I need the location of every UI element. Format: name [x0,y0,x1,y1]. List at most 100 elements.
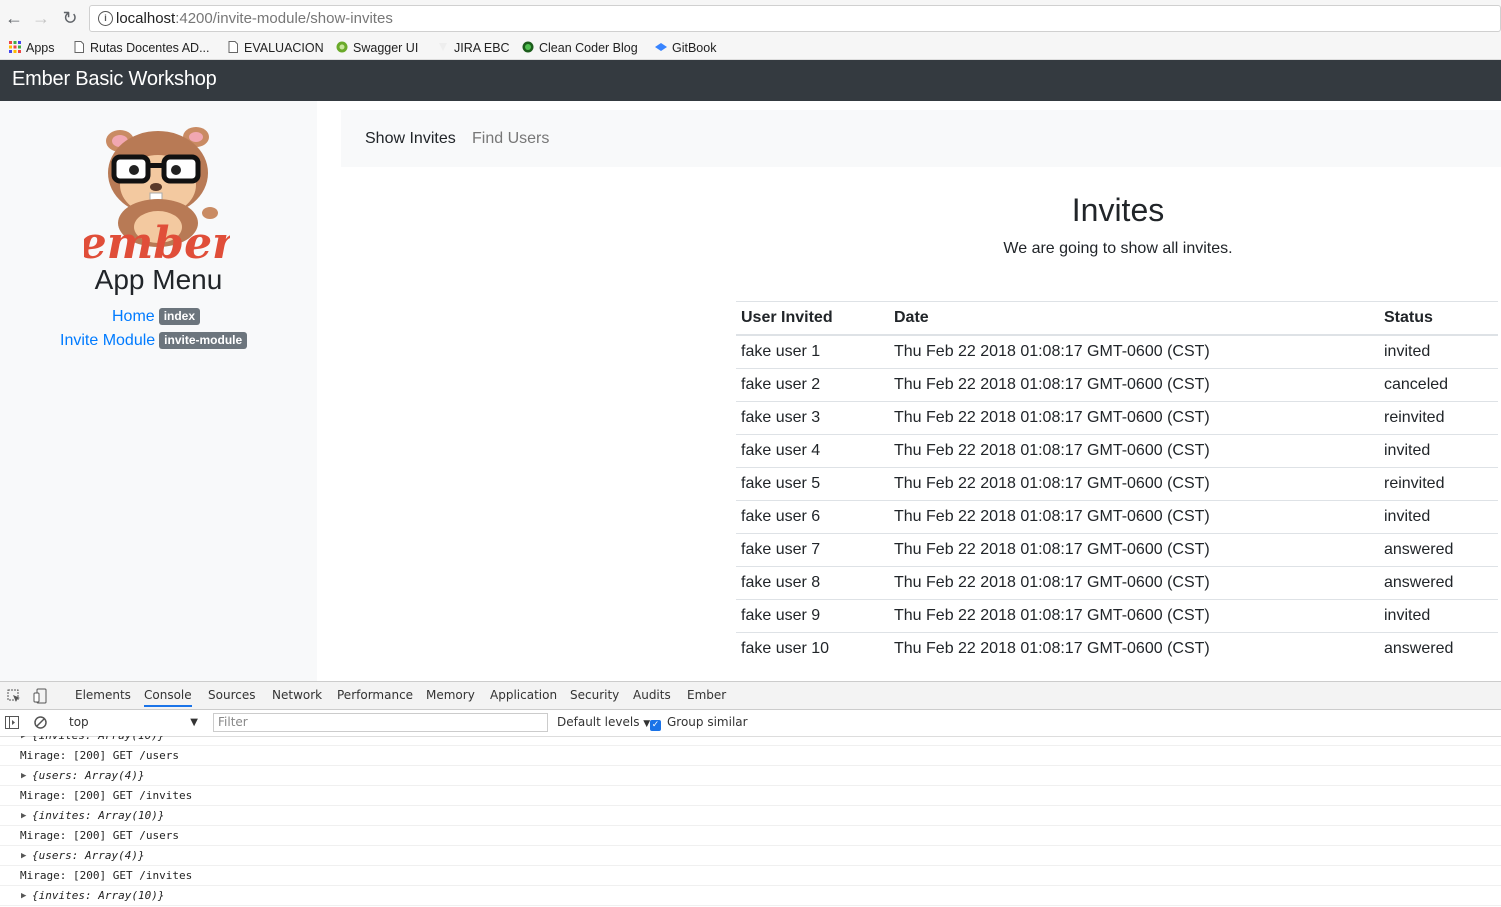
console-filter-input[interactable]: Filter [213,713,548,732]
table-row: fake user 1 Thu Feb 22 2018 01:08:17 GMT-… [736,334,1498,369]
cell-status: invited [1379,334,1498,369]
sidebar: ember App Menu Home index Invite Module in… [0,101,317,681]
cell-date: Thu Feb 22 2018 01:08:17 GMT-0600 (CST) [889,368,1379,402]
console-object-line[interactable]: ▶ {users: Array(4)} [0,766,1501,786]
cell-user: fake user 3 [736,401,889,435]
navbar-brand[interactable]: Ember Basic Workshop [12,68,217,91]
console-object-line[interactable]: ▶{invites: Array(10)} [0,806,1501,826]
expand-triangle-icon[interactable]: ▶ [21,766,26,786]
tab-show-invites[interactable]: Show Invites [365,130,456,148]
cell-date: Thu Feb 22 2018 01:08:17 GMT-0600 (CST) [889,401,1379,435]
tab-performance[interactable]: Performance [337,688,413,702]
cell-status: answered [1379,566,1498,600]
table-row: fake user 7 Thu Feb 22 2018 01:08:17 GMT-… [736,533,1498,567]
log-levels-dropdown[interactable]: Default levels ▼ [557,715,650,729]
browser-toolbar: ← → ↻ i localhost:4200/invite-module/sho… [0,0,1501,36]
info-icon[interactable]: i [98,11,113,26]
tab-audits[interactable]: Audits [633,688,671,702]
tab-application[interactable]: Application [490,688,557,702]
invites-table: User Invited Date Status fake user 1 Thu … [736,301,1498,665]
clear-console-icon[interactable] [34,716,47,729]
sidebar-item-label[interactable]: Invite Module [60,332,155,349]
gitbook-icon [655,43,667,51]
bookmark-apps[interactable]: Apps [9,39,55,57]
devtools-panel: Elements Console Sources Network Perform… [0,681,1501,907]
device-toolbar-icon[interactable] [33,688,47,704]
sidebar-item-invite-module[interactable]: Invite Module invite-module [60,332,248,350]
sidebar-item-home[interactable]: Home index [112,308,201,326]
cell-date: Thu Feb 22 2018 01:08:17 GMT-0600 (CST) [889,500,1379,534]
table-row: fake user 8 Thu Feb 22 2018 01:08:17 GMT-… [736,566,1498,600]
console-log-line: Mirage: [200] GET /users [0,826,1501,846]
jira-icon [439,43,447,51]
cell-date: Thu Feb 22 2018 01:08:17 GMT-0600 (CST) [889,334,1379,369]
cell-user: fake user 1 [736,334,889,369]
table-row: fake user 5 Thu Feb 22 2018 01:08:17 GMT-… [736,467,1498,501]
expand-triangle-icon[interactable]: ▶ [21,736,26,746]
bookmark-evaluacion[interactable]: EVALUACION [227,39,324,57]
tab-elements[interactable]: Elements [75,688,131,702]
cell-date: Thu Feb 22 2018 01:08:17 GMT-0600 (CST) [889,632,1379,665]
cell-status: answered [1379,632,1498,665]
tab-security[interactable]: Security [570,688,619,702]
checkbox-checked-icon[interactable]: ✓ [650,720,661,731]
tab-console[interactable]: Console [144,688,192,707]
column-header-user: User Invited [736,301,889,336]
svg-text:ember: ember [84,218,230,265]
bookmark-swagger[interactable]: Swagger UI [336,39,418,57]
console-log-line: Mirage: [200] GET /invites [0,866,1501,886]
cell-user: fake user 7 [736,533,889,567]
cell-status: invited [1379,500,1498,534]
cell-user: fake user 5 [736,467,889,501]
route-badge: index [158,308,201,325]
apps-grid-icon [9,41,21,53]
column-header-status: Status [1379,301,1498,336]
expand-triangle-icon[interactable]: ▶ [21,886,26,906]
bookmark-rutas-docentes[interactable]: Rutas Docentes AD... [73,39,210,57]
cell-user: fake user 9 [736,599,889,633]
route-badge: invite-module [159,332,248,349]
cell-status: reinvited [1379,401,1498,435]
cell-user: fake user 10 [736,632,889,665]
subnav: Show Invites Find Users [341,110,1501,167]
tab-find-users[interactable]: Find Users [472,130,549,148]
expand-triangle-icon[interactable]: ▶ [21,846,26,866]
cell-status: invited [1379,434,1498,468]
table-row: fake user 3 Thu Feb 22 2018 01:08:17 GMT-… [736,401,1498,435]
forward-arrow-icon[interactable]: → [31,8,51,28]
sidebar-item-label[interactable]: Home [112,308,155,325]
swagger-icon [336,41,348,53]
tab-network[interactable]: Network [272,688,322,702]
cell-status: reinvited [1379,467,1498,501]
sidebar-toggle-icon[interactable] [5,716,19,729]
back-arrow-icon[interactable]: ← [4,8,24,28]
console-object-line[interactable]: ▶ {users: Array(4)} [0,846,1501,866]
tab-ember[interactable]: Ember [687,688,726,702]
group-similar-toggle[interactable]: ✓ Group similar [650,715,748,731]
table-row: fake user 2 Thu Feb 22 2018 01:08:17 GMT-… [736,368,1498,402]
reload-icon[interactable]: ↻ [60,8,80,28]
cell-status: canceled [1379,368,1498,402]
cell-user: fake user 6 [736,500,889,534]
console-object-line[interactable]: ▶{invites: Array(10)} [0,886,1501,906]
bookmark-gitbook[interactable]: GitBook [655,39,716,57]
tab-memory[interactable]: Memory [426,688,475,702]
url-text: localhost:4200/invite-module/show-invite… [116,10,393,27]
context-selector[interactable]: top ▼ [63,713,200,732]
address-bar[interactable]: i localhost:4200/invite-module/show-invi… [89,5,1501,32]
bookmark-jira[interactable]: JIRA EBC [437,39,510,57]
console-output: ▶{invites: Array(10)} Mirage: [200] GET … [0,736,1501,907]
page-icon [74,41,84,53]
bookmarks-bar: Apps Rutas Docentes AD... EVALUACION Swa… [0,36,1501,60]
console-object-line[interactable]: ▶{invites: Array(10)} [0,736,1501,746]
sidebar-title: App Menu [94,264,223,295]
bookmark-clean-coder[interactable]: Clean Coder Blog [522,39,638,57]
console-toolbar: top ▼ Filter Default levels ▼ ✓ Group simi… [0,710,1501,737]
cell-date: Thu Feb 22 2018 01:08:17 GMT-0600 (CST) [889,599,1379,633]
table-row: fake user 9 Thu Feb 22 2018 01:08:17 GMT-… [736,599,1498,633]
cell-date: Thu Feb 22 2018 01:08:17 GMT-0600 (CST) [889,533,1379,567]
inspect-element-icon[interactable] [7,689,21,703]
ember-tomster-logo: ember [84,127,230,265]
tab-sources[interactable]: Sources [208,688,255,702]
expand-triangle-icon[interactable]: ▶ [21,806,26,826]
